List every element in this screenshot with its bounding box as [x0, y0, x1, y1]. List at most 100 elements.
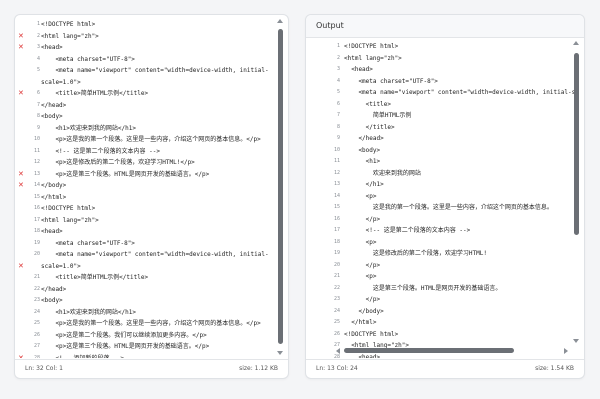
code-line[interactable]: 8 </title> — [306, 122, 584, 134]
code-line[interactable]: 16 </p> — [306, 214, 584, 226]
code-line[interactable]: 23 </p> — [306, 294, 584, 306]
code-text: </head> — [41, 101, 67, 109]
code-line[interactable]: 21 <title>简单HTML示例</title> — [15, 272, 288, 284]
code-line[interactable]: 7 简单HTML示例 — [306, 110, 584, 122]
line-number: 26 — [333, 330, 340, 337]
code-line[interactable]: 11 <h1> — [306, 156, 584, 168]
line-number: 1 — [336, 43, 340, 49]
code-line[interactable]: 9 <h1>欢迎来到我的网站</h1> — [15, 123, 288, 135]
code-line[interactable]: 18 <head> — [15, 226, 288, 238]
line-number: 13 — [33, 170, 40, 177]
code-line[interactable]: 22 这是第三个段落。HTML是网页开发的基础语言。 — [306, 283, 584, 295]
code-line[interactable]: 11 <!-- 这是第二个段落的文本内容 --> — [15, 146, 288, 158]
code-line[interactable]: 3 <head> — [306, 64, 584, 76]
output-horizontal-scrollbar[interactable] — [340, 348, 562, 354]
editor-scroll-thumb[interactable] — [278, 29, 283, 344]
output-hscroll-thumb[interactable] — [344, 348, 514, 353]
line-number: 10 — [33, 136, 40, 142]
code-text: <!DOCTYPE html> — [344, 43, 399, 50]
code-line[interactable]: ✕ 6 <title>简单HTML示例</title> — [15, 88, 288, 100]
code-line[interactable]: 25 </html> — [306, 317, 584, 329]
code-line[interactable]: 27 <p>这是第三个段落。HTML是网页开发的基础语言。</p> — [15, 341, 288, 353]
code-line[interactable]: 14 <p> — [306, 191, 584, 203]
code-line[interactable]: 10 <body> — [306, 145, 584, 157]
code-line[interactable]: 10 <p>这是我的第一个段落。这里是一些内容，介绍这个网页的基本信息。</p> — [15, 134, 288, 146]
scroll-up-arrow-icon[interactable] — [277, 19, 283, 23]
code-line[interactable]: 15 </html> — [15, 192, 288, 204]
code-line[interactable]: 15 这是我的第一个段落。这里是一些内容，介绍这个网页的基本信息。 — [306, 202, 584, 214]
line-number: 21 — [333, 273, 340, 279]
code-text: <body> — [41, 297, 63, 304]
code-text: <p>这是我的第一个段落。这里是一些内容，介绍这个网页的基本信息。</p> — [41, 320, 261, 327]
code-line[interactable]: ✕ 2 <html lang="zh"> — [15, 31, 288, 43]
editor-vertical-scrollbar[interactable] — [278, 23, 284, 352]
line-number: 2 — [336, 54, 340, 61]
file-size: size: 1.12 KB — [239, 365, 278, 372]
line-number: 8 — [336, 123, 340, 130]
code-line[interactable]: 17 <html lang="zh"> — [15, 215, 288, 227]
code-text: <!-- 添加新的段落 --> — [41, 354, 124, 359]
code-line[interactable]: 20 </p> — [306, 260, 584, 272]
code-line[interactable]: 2 <html lang="zh"> — [306, 53, 584, 65]
line-number: 7 — [36, 101, 40, 108]
line-number: 6 — [336, 100, 340, 107]
code-line[interactable]: 16 <!DOCTYPE html> — [15, 203, 288, 215]
line-number: 26 — [33, 331, 40, 338]
code-text: <!-- 这是第二个段落的文本内容 --> — [344, 227, 471, 234]
code-line[interactable]: scale=1.0"> — [15, 77, 288, 89]
code-line[interactable]: ✕ 14 </body> — [15, 180, 288, 192]
code-line[interactable]: 19 <meta charset="UTF-8"> — [15, 238, 288, 250]
code-line[interactable]: 1 <!DOCTYPE html> — [306, 41, 584, 53]
code-line[interactable]: 12 <p>这是修改后的第二个段落，欢迎学习HTML!</p> — [15, 157, 288, 169]
code-line[interactable]: 26 <!DOCTYPE html> — [306, 329, 584, 341]
code-line[interactable]: ✕ 3 <head> — [15, 42, 288, 54]
code-line[interactable]: 4 <meta charset="UTF-8"> — [15, 54, 288, 66]
line-number: 24 — [333, 307, 340, 314]
code-line[interactable]: 5 <meta name="viewport" content="width=d… — [15, 65, 288, 77]
code-line[interactable]: 22 </head> — [15, 284, 288, 296]
code-line[interactable]: 19 这是修改后的第二个段落，欢迎学习HTML! — [306, 248, 584, 260]
code-line[interactable]: 9 </head> — [306, 133, 584, 145]
code-text: <meta charset="UTF-8"> — [344, 77, 438, 85]
code-line[interactable]: 4 <meta charset="UTF-8"> — [306, 76, 584, 88]
line-number: 17 — [33, 216, 40, 223]
code-line[interactable]: 18 <p> — [306, 237, 584, 249]
output-viewer[interactable]: 1 <!DOCTYPE html> 2 <html lang="zh"> 3 <head… — [306, 41, 584, 358]
output-vertical-scrollbar[interactable] — [574, 45, 580, 342]
line-number: 23 — [333, 296, 340, 302]
code-line[interactable]: 23 <body> — [15, 295, 288, 307]
code-text: <title>简单HTML示例</title> — [41, 274, 149, 281]
code-line[interactable]: 13 </h1> — [306, 179, 584, 191]
code-line[interactable]: 25 <p>这是我的第一个段落。这里是一些内容，介绍这个网页的基本信息。</p> — [15, 318, 288, 330]
line-number: 10 — [333, 146, 340, 153]
code-editor[interactable]: 1 <!DOCTYPE html> ✕ 2 <html lang="zh"> ✕ 3 <hea… — [15, 19, 288, 358]
code-line[interactable]: ✕ 13 <p>这是第三个段落。HTML是网页开发的基础语言。</p> — [15, 169, 288, 181]
scroll-right-arrow-icon[interactable] — [564, 348, 568, 354]
code-text: <meta charset="UTF-8"> — [41, 239, 135, 247]
code-line[interactable]: 1 <!DOCTYPE html> — [15, 19, 288, 31]
cursor-position: Ln: 13 Col: 24 — [316, 365, 358, 372]
scroll-up-arrow-icon[interactable] — [573, 41, 579, 45]
code-text: <p>这是第三个段落。HTML是网页开发的基础语言。</p> — [41, 170, 210, 178]
code-line[interactable]: 6 <title> — [306, 99, 584, 111]
code-line[interactable]: 5 <meta name="viewport" content="width=d… — [306, 87, 584, 99]
code-line[interactable]: 8 <body> — [15, 111, 288, 123]
output-scroll-thumb[interactable] — [574, 53, 579, 235]
code-line[interactable]: 20 <meta name="viewport" content="width=… — [15, 249, 288, 261]
code-line[interactable]: 12 欢迎来到我的网站 — [306, 168, 584, 180]
code-line[interactable]: ✕ scale=1.0"> — [15, 261, 288, 273]
code-text: <body> — [344, 146, 381, 154]
code-line[interactable]: 17 <!-- 这是第二个段落的文本内容 --> — [306, 225, 584, 237]
code-line[interactable]: 24 <h1>欢迎来到我的网站</h1> — [15, 307, 288, 319]
code-text: <h1>欢迎来到我的网站</h1> — [41, 124, 136, 132]
scroll-down-arrow-icon[interactable] — [277, 351, 283, 355]
line-number: 2 — [36, 32, 40, 39]
code-line[interactable]: 24 </body> — [306, 306, 584, 318]
code-line[interactable]: 21 <p> — [306, 271, 584, 283]
scroll-left-arrow-icon[interactable] — [336, 348, 340, 354]
scroll-down-arrow-icon[interactable] — [573, 339, 579, 343]
code-line[interactable]: 26 <p>这是第二个段落。我们可以继续添加更多内容。</p> — [15, 330, 288, 342]
code-text: 这是修改后的第二个段落，欢迎学习HTML! — [344, 250, 487, 257]
code-line[interactable]: ✕ 28 <!-- 添加新的段落 --> — [15, 353, 288, 359]
code-line[interactable]: 7 </head> — [15, 100, 288, 112]
